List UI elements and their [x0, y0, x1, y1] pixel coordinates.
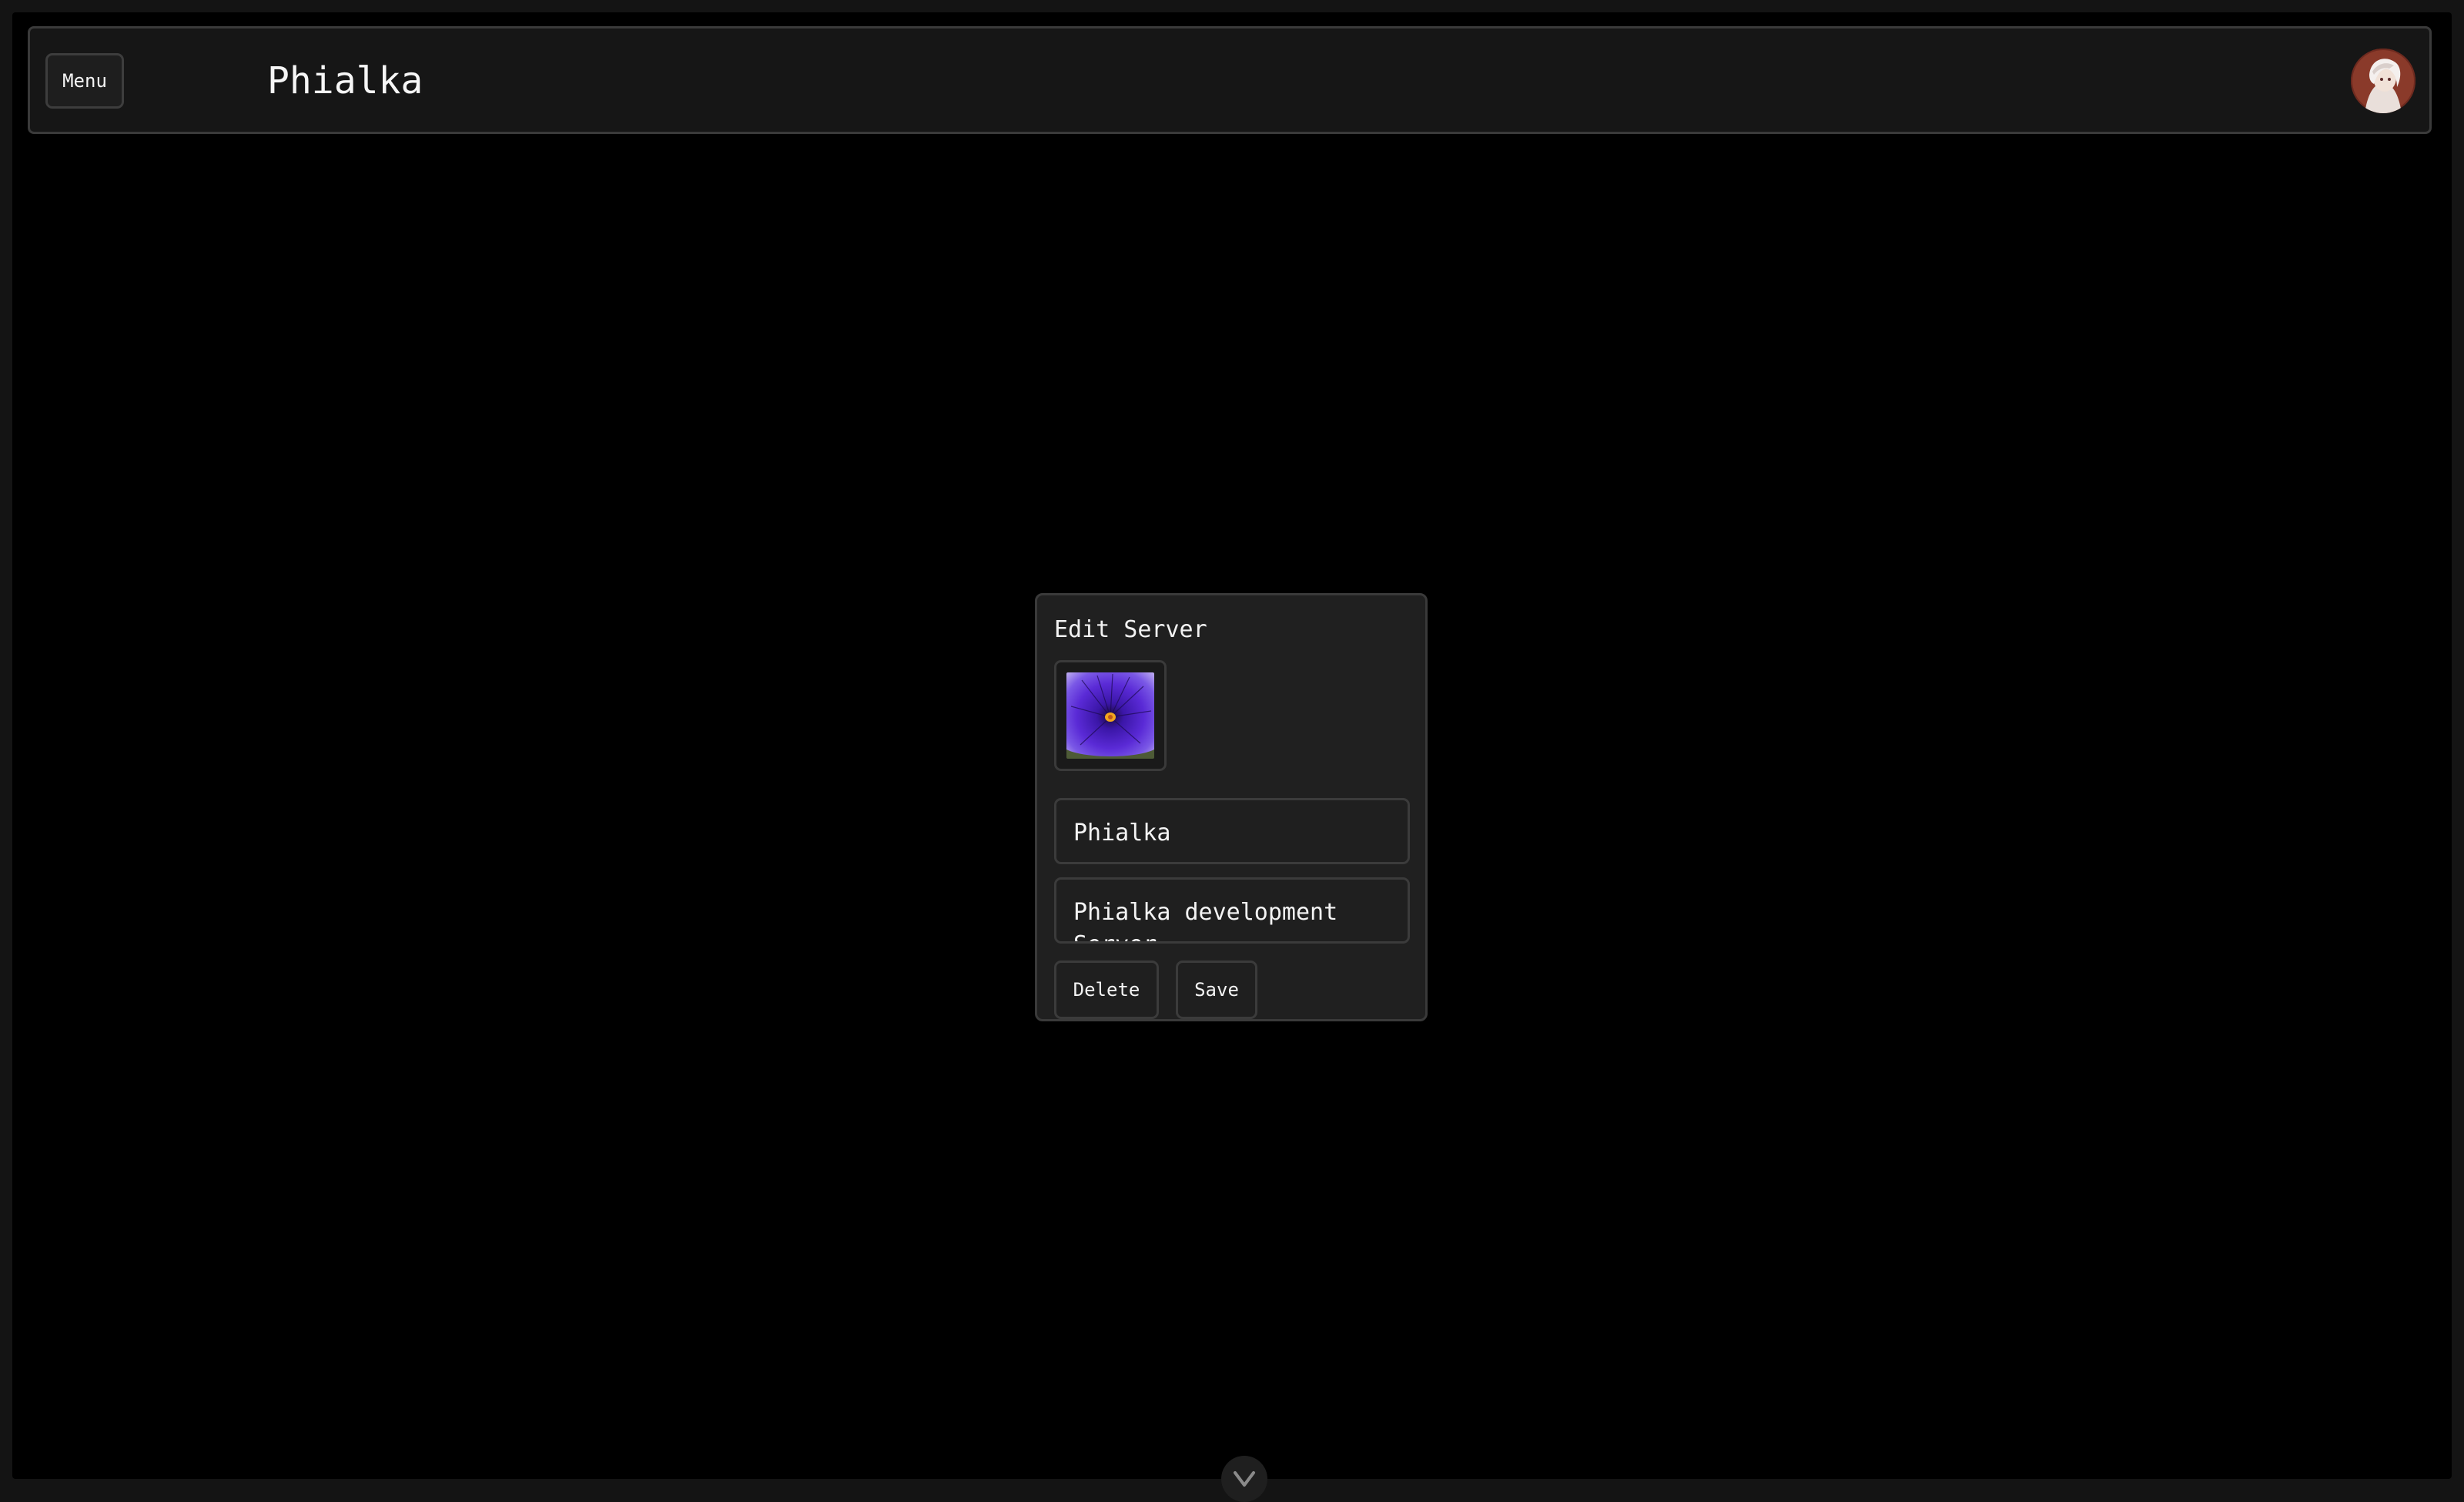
pansy-flower-icon [1066, 672, 1154, 759]
server-image [1066, 672, 1154, 759]
server-name-input[interactable]: Phialka [1054, 798, 1410, 864]
menu-button[interactable]: Menu [45, 53, 124, 109]
app-window: Menu Phialka Edit Server Phialka Phialka… [12, 12, 2452, 1502]
avatar[interactable] [2351, 49, 2415, 113]
scroll-down-button[interactable] [1221, 1456, 1267, 1502]
delete-button[interactable]: Delete [1054, 961, 1159, 1019]
dialog-title: Edit Server [1054, 616, 1207, 643]
user-avatar-icon [2351, 49, 2415, 113]
page-title: Phialka [267, 59, 424, 102]
server-image-picker[interactable] [1054, 660, 1167, 771]
save-button[interactable]: Save [1176, 961, 1257, 1019]
server-description-input[interactable]: Phialka development Server [1054, 877, 1410, 944]
top-bar: Menu Phialka [28, 26, 2432, 134]
edit-server-dialog: Edit Server Phialka Phialka development … [1035, 593, 1428, 1021]
chevron-down-icon [1234, 1471, 1255, 1487]
